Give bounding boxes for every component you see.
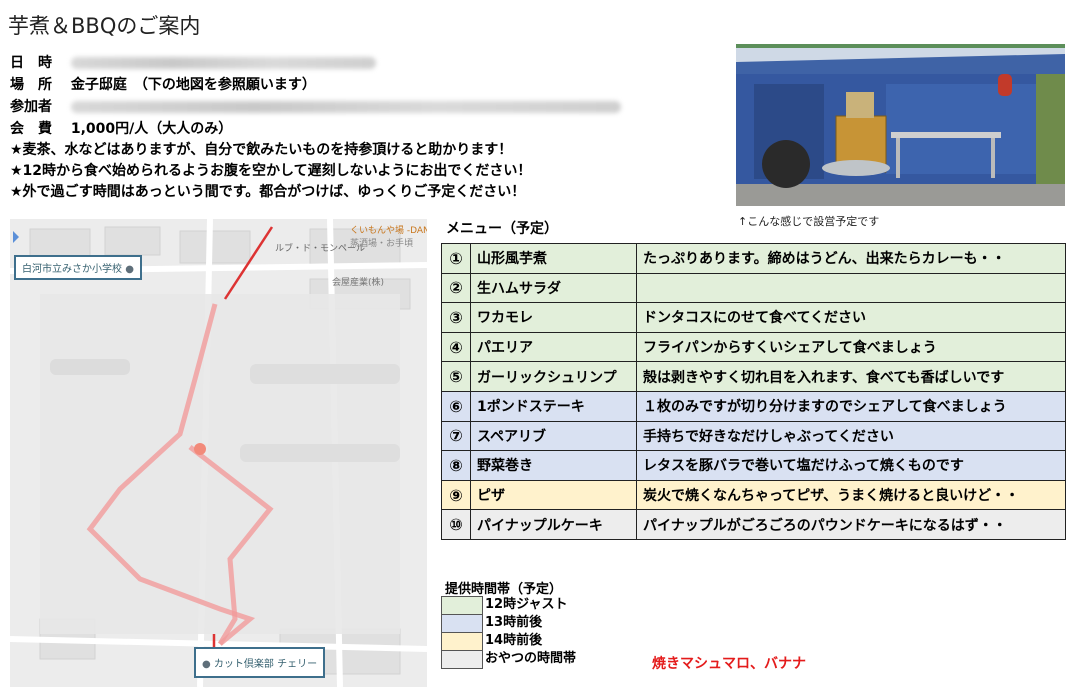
menu-row: ⑥ 1ポンドステーキ １枚のみですが切り分けますのでシェアして食べましょう [441,390,1066,422]
legend-swatch [441,632,483,651]
legend-swatch [441,650,483,669]
legend-label: 12時ジャスト [485,597,568,612]
location-map[interactable]: 白河市立みさか小学校 ● くいもんや場 -DAN- 蒸酒場・お手頃 ルブ・ド・モ… [10,219,427,687]
legend-title: 提供時間帯（予定） [445,582,563,597]
menu-item-name: ピザ [470,479,637,511]
legend-swatch [441,596,483,615]
menu-item-desc: 炭火で焼くなんちゃってピザ、うまく焼けると良いけど・・ [636,479,1066,511]
menu-number: ⑨ [441,479,471,511]
menu-number: ⑤ [441,361,471,392]
legend-label: 13時前後 [485,615,543,630]
map-pin-icon: ● [125,264,134,275]
menu-title: メニュー（予定） [446,221,558,237]
tent-illustration [736,44,1065,206]
menu-item-desc: １枚のみですが切り分けますのでシェアして食べましょう [636,390,1066,422]
menu-row: ② 生ハムサラダ [441,272,1066,304]
menu-row: ⑩ パイナップルケーキ パイナップルがごろごろのパウンドケーキになるはず・・ [441,509,1066,540]
menu-item-name: 1ポンドステーキ [470,390,637,422]
place-value: 金子邸庭 （下の地図を参照願います） [70,77,316,93]
menu-item-desc: レタスを豚バラで巻いて塩だけふって焼くものです [636,450,1066,481]
menu-row: ③ ワカモレ ドンタコスにのせて食べてください [441,302,1066,333]
time-legend: 12時ジャスト 13時前後 14時前後おやつの時間帯 [441,596,585,669]
map-graphic [10,219,427,687]
menu-item-desc: パイナップルがごろごろのパウンドケーキになるはず・・ [636,509,1066,540]
menu-item-desc: 殻は剥きやすく切れ目を入れます、食べても香ばしいです [636,361,1066,392]
map-label-company: 会屋産業(株) [332,278,385,288]
participants-row: 参加者 [10,96,730,118]
menu-table: ① 山形風芋煮 たっぷりあります。締めはうどん、出来たらカレーも・・ ② 生ハムサラダ ③… [441,243,1066,540]
map-label-store2: ルブ・ド・モンペール [275,244,366,254]
menu-item-name: スペアリブ [470,420,637,452]
page-title: 芋煮＆BBQのご案内 [8,14,201,38]
menu-item-desc: ドンタコスにのせて食べてください [636,302,1066,333]
legend-item: 13時前後 [441,614,585,633]
snack-note: 焼きマシュマロ、バナナ [652,656,806,672]
event-info: 日 時 場 所 金子邸庭 （下の地図を参照願います） 参加者 会 費 1,000… [10,52,730,203]
map-label-school: 白河市立みさか小学校 ● [14,255,142,280]
menu-number: ② [441,272,471,304]
menu-item-desc [636,272,1066,304]
school-label: 白河市立みさか小学校 [22,264,122,275]
participants-value-redacted [70,101,621,113]
menu-item-name: 山形風芋煮 [470,243,637,274]
menu-item-name: 野菜巻き [470,450,637,481]
store-label: くいもんや場 -DAN- [350,226,427,236]
menu-number: ⑧ [441,450,471,481]
participants-label: 参加者 [10,99,52,115]
menu-number: ④ [441,331,471,363]
menu-number: ⑦ [441,420,471,452]
menu-item-desc: フライパンからすくいシェアして食べましょう [636,331,1066,363]
note-schedule: ★外で過ごす時間はあっという間です。都合がつけば、ゆっくりご予定ください！ [10,184,526,200]
legend-label: 14時前後 [485,633,543,648]
map-pin-icon: ● [202,659,211,670]
legend-item: 12時ジャスト [441,596,585,615]
menu-number: ⑥ [441,390,471,422]
date-row: 日 時 [10,52,730,74]
menu-number: ③ [441,302,471,333]
menu-item-name: 生ハムサラダ [470,272,637,304]
menu-row: ⑤ ガーリックシュリンプ 殻は剥きやすく切れ目を入れます、食べても香ばしいです [441,361,1066,392]
menu-item-name: パエリア [470,331,637,363]
setup-photo [736,44,1065,206]
photo-caption: ↑こんな感じで設営予定です [738,215,880,228]
menu-item-name: ワカモレ [470,302,637,333]
menu-number: ① [441,243,471,274]
menu-item-name: ガーリックシュリンプ [470,361,637,392]
fee-row: 会 費 1,000円/人（大人のみ） [10,118,730,140]
fee-label: 会 費 [10,121,52,137]
legend-item: おやつの時間帯 [441,650,585,669]
legend-swatch [441,614,483,633]
note-drinks: ★麦茶、水などはありますが、自分で飲みたいものを持参頂けると助かります！ [10,142,513,158]
menu-row: ④ パエリア フライパンからすくいシェアして食べましょう [441,331,1066,363]
menu-row: ⑦ スペアリブ 手持ちで好きなだけしゃぶってください [441,420,1066,452]
fee-value: 1,000円/人（大人のみ） [70,121,233,137]
date-value-redacted [70,57,376,69]
note-arrival: ★12時から食べ始められるようお腹を空かして遅刻しないようにお出でください！ [10,163,532,179]
shop-label: カット倶楽部 チェリー [213,659,318,670]
menu-row: ⑧ 野菜巻き レタスを豚バラで巻いて塩だけふって焼くものです [441,450,1066,481]
legend-item: 14時前後 [441,632,585,651]
menu-row: ⑨ ピザ 炭火で焼くなんちゃってピザ、うまく焼けると良いけど・・ [441,479,1066,511]
date-label: 日 時 [10,55,52,71]
place-row: 場 所 金子邸庭 （下の地図を参照願います） [10,74,730,96]
map-label-shop: ● カット倶楽部 チェリー [194,647,326,678]
menu-item-name: パイナップルケーキ [470,509,637,540]
legend-label: おやつの時間帯 [485,651,577,666]
menu-row: ① 山形風芋煮 たっぷりあります。締めはうどん、出来たらカレーも・・ [441,243,1066,274]
menu-number: ⑩ [441,509,471,540]
menu-item-desc: 手持ちで好きなだけしゃぶってください [636,420,1066,452]
place-label: 場 所 [10,77,52,93]
menu-item-desc: たっぷりあります。締めはうどん、出来たらカレーも・・ [636,243,1066,274]
